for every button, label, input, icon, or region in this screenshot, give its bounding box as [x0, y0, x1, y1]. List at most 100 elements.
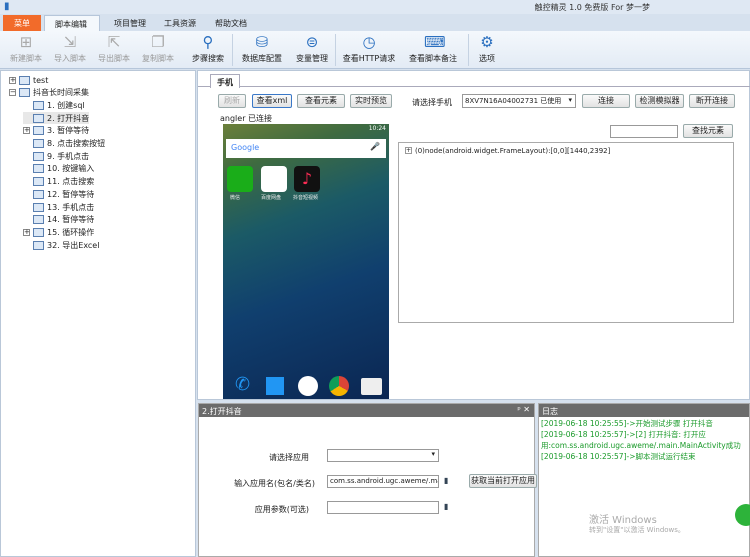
- tree-item[interactable]: 12. 暂停等待: [23, 188, 94, 200]
- detect-emulator-button[interactable]: 检测模拟器: [635, 94, 684, 108]
- tree-item-label: 14. 暂停等待: [47, 215, 95, 225]
- phone-screen[interactable]: 10:24 Google 🎤 ♪ 微信 百度网盘 抖音短视频 ✆: [223, 124, 389, 399]
- tab-2[interactable]: 项目管理: [104, 15, 160, 31]
- view-elements-button[interactable]: 查看元素: [297, 94, 345, 108]
- app-label: 微信: [230, 195, 241, 201]
- app-params-input[interactable]: [327, 501, 439, 514]
- copy-icon: ❐: [151, 33, 165, 51]
- baidu-netdisk-app-icon[interactable]: [261, 166, 287, 192]
- divider: [232, 34, 233, 66]
- tree-item-label: 1. 创建sql: [47, 100, 85, 110]
- tree-item[interactable]: +15. 循环操作: [23, 226, 94, 238]
- floating-badge-icon[interactable]: [735, 504, 750, 526]
- find-element-button[interactable]: 查找元素: [683, 124, 733, 138]
- tab-1[interactable]: 脚本编辑: [44, 15, 100, 31]
- tap-icon: [33, 177, 44, 187]
- phone-clock: 10:24: [368, 125, 386, 132]
- ribbon-tabs: 菜单 脚本编辑 项目管理 工具资源 帮助文档: [0, 14, 750, 31]
- windows-watermark-sub: 转到"设置"以激活 Windows。: [589, 526, 685, 534]
- database-icon: [19, 75, 30, 85]
- phone-dialer-icon[interactable]: ✆: [235, 374, 250, 395]
- expand-icon[interactable]: +: [23, 228, 30, 236]
- app-drawer-icon[interactable]: [298, 376, 318, 396]
- tree-item[interactable]: 8. 点击搜索按钮: [23, 138, 105, 150]
- messages-icon[interactable]: [266, 377, 284, 395]
- tree-item-label: 13. 手机点击: [47, 202, 95, 212]
- variable-icon[interactable]: ▮: [444, 502, 448, 511]
- tree-item[interactable]: 11. 点击搜索: [23, 176, 94, 188]
- step-panel: 2.打开抖音 ᵖ ✕ 请选择应用 ▾ 输入应用名(包名/类名) com.ss.an…: [198, 403, 537, 557]
- phone-select[interactable]: 8XV7N16A04002731 已使用 ▾: [462, 94, 576, 108]
- app-params-label: 应用参数(可选): [254, 505, 309, 514]
- tab-menu[interactable]: 菜单: [3, 15, 41, 31]
- gear-button[interactable]: ⚙ 选项: [472, 33, 502, 64]
- find-element-input[interactable]: [610, 125, 678, 138]
- connect-button[interactable]: 连接: [582, 94, 630, 108]
- search-button[interactable]: ⚲ 步骤搜索: [186, 33, 230, 64]
- copy-button[interactable]: ❐ 复制脚本: [138, 33, 178, 64]
- tree-item-label: 8. 点击搜索按钮: [47, 139, 106, 148]
- export-button[interactable]: ⇱ 导出脚本: [94, 33, 134, 64]
- tab-3[interactable]: 工具资源: [154, 15, 210, 31]
- app-select[interactable]: ▾: [327, 449, 439, 462]
- expand-icon[interactable]: +: [9, 76, 16, 84]
- tree-item[interactable]: − 抖音长时间采集: [9, 87, 89, 99]
- tree-item[interactable]: +3. 暂停等待: [23, 125, 89, 137]
- tab-phone[interactable]: 手机: [210, 74, 240, 88]
- select-phone-label: 请选择手机: [412, 98, 452, 107]
- tap-icon: [33, 202, 44, 212]
- plus-button[interactable]: ⊞ 新建脚本: [6, 33, 46, 64]
- tree-item[interactable]: 14. 暂停等待: [23, 214, 94, 226]
- import-icon: ⇲: [63, 33, 77, 51]
- tree-item[interactable]: 1. 创建sql: [23, 99, 85, 111]
- mic-icon: 🎤: [370, 142, 380, 151]
- tree-item-label: 11. 点击搜索: [47, 177, 95, 187]
- tree-item[interactable]: 9. 手机点击: [23, 150, 89, 162]
- variable-button[interactable]: ⊜ 变量管理: [290, 33, 334, 64]
- expand-icon[interactable]: +: [405, 147, 412, 154]
- log-panel: 日志 [2019-06-18 10:25:55]->开始测试步骤 打开抖音 [20…: [538, 403, 750, 557]
- ribbon-label: 导入脚本: [54, 54, 86, 63]
- wechat-app-icon[interactable]: [227, 166, 253, 192]
- google-search-bar[interactable]: Google 🎤: [226, 139, 386, 158]
- database-button[interactable]: ⛁ 数据库配置: [238, 33, 286, 64]
- windows-watermark: 激活 Windows: [589, 515, 657, 526]
- export-icon: ⇱: [107, 33, 121, 51]
- disconnect-button[interactable]: 断开连接: [689, 94, 735, 108]
- search-icon: ⚲: [202, 33, 214, 51]
- chrome-icon[interactable]: [329, 376, 349, 396]
- ribbon-label: 新建脚本: [10, 54, 42, 63]
- live-preview-button[interactable]: 实时预览: [350, 94, 392, 108]
- xml-tree[interactable]: + (0)node(android.widget.FrameLayout):[0,…: [398, 142, 734, 323]
- app-name-input[interactable]: com.ss.android.ugc.aweme/.main.MainActiv…: [327, 475, 439, 488]
- tree-item[interactable]: + test: [9, 74, 48, 86]
- close-icon[interactable]: ᵖ ✕: [517, 405, 530, 414]
- refresh-button[interactable]: 刷新: [218, 94, 246, 108]
- expand-icon[interactable]: −: [9, 89, 16, 97]
- view-xml-button[interactable]: 查看xml: [252, 94, 292, 108]
- import-button[interactable]: ⇲ 导入脚本: [50, 33, 90, 64]
- xml-node[interactable]: (0)node(android.widget.FrameLayout):[0,0…: [415, 147, 610, 155]
- keyboard-icon: [33, 164, 44, 174]
- camera-icon[interactable]: [361, 378, 382, 395]
- variable-icon[interactable]: ▮: [444, 476, 448, 485]
- expand-icon[interactable]: +: [23, 127, 30, 135]
- script-tree[interactable]: + test − 抖音长时间采集 1. 创建sql 2. 打开抖音 +3. 暂停等待 8. 点…: [0, 70, 196, 557]
- divider: [335, 34, 336, 66]
- ribbon-label: 复制脚本: [142, 54, 174, 63]
- code-button[interactable]: ⌨ 查看脚本备注: [402, 33, 464, 64]
- code-icon: ⌨: [424, 33, 446, 51]
- http-button[interactable]: ◷ 查看HTTP请求: [340, 33, 398, 64]
- ribbon-label: 选项: [479, 54, 495, 63]
- ribbon-label: 变量管理: [296, 54, 328, 63]
- tree-item[interactable]: 2. 打开抖音: [23, 112, 90, 125]
- tree-item[interactable]: 32. 导出Excel: [23, 239, 99, 251]
- tab-4[interactable]: 帮助文档: [205, 15, 261, 31]
- tree-item-label: 12. 暂停等待: [47, 189, 95, 199]
- log-lines: [2019-06-18 10:25:55]->开始测试步骤 打开抖音 [2019-…: [539, 417, 749, 463]
- tree-item[interactable]: 13. 手机点击: [23, 201, 94, 213]
- douyin-app-icon[interactable]: ♪: [294, 166, 320, 192]
- code-icon: [33, 100, 44, 110]
- tree-item[interactable]: 10. 按键输入: [23, 163, 94, 175]
- get-current-app-button[interactable]: 获取当前打开应用: [469, 474, 537, 488]
